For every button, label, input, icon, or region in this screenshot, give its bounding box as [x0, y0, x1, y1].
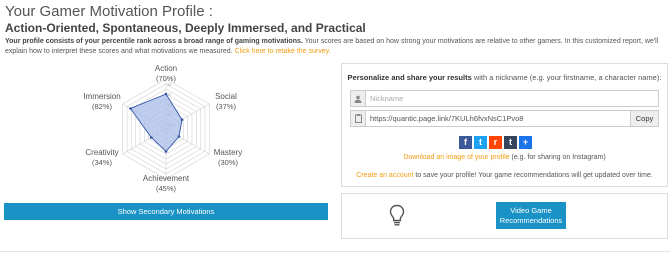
axis-value: (37%) — [215, 102, 236, 111]
axis-label-social: Social (37%) — [209, 92, 243, 112]
divider — [0, 251, 670, 252]
radar-data-point — [164, 92, 168, 96]
axis-label-mastery: Mastery (30%) — [209, 148, 247, 168]
nickname-input[interactable] — [370, 91, 610, 106]
radar-data-area — [129, 93, 183, 153]
share-heading-bold: Personalize and share your results — [347, 73, 472, 82]
axis-name: Achievement — [142, 174, 190, 183]
axis-name: Mastery — [213, 148, 243, 157]
share-panel: Personalize and share your results with … — [341, 63, 668, 187]
radar-data-point — [180, 118, 184, 122]
retake-survey-link[interactable]: Click here to retake the survey. — [235, 48, 331, 55]
share-link-group: Copy — [350, 110, 659, 127]
intro-bold-text: Your profile consists of your percentile… — [5, 38, 303, 45]
facebook-icon[interactable]: f — [459, 136, 472, 149]
reco-label-line1: Video Game — [510, 205, 552, 215]
user-icon — [351, 91, 366, 106]
account-note: to save your profile! Your game recommen… — [413, 172, 653, 179]
axis-label-achievement: Achievement (45%) — [140, 174, 192, 194]
reddit-icon[interactable]: r — [489, 136, 502, 149]
axis-name: Action — [154, 64, 178, 73]
axis-value: (82%) — [91, 102, 112, 111]
video-game-recommendations-button[interactable]: Video Game Recommendations — [496, 202, 566, 229]
share-heading: Personalize and share your results with … — [342, 73, 667, 82]
create-account-link[interactable]: Create an account — [356, 172, 413, 179]
radar-data-point — [129, 107, 132, 110]
axis-label-creativity: Creativity (34%) — [83, 148, 121, 168]
page-title: Your Gamer Motivation Profile : — [5, 3, 213, 20]
social-share-buttons: f t r t + — [459, 136, 532, 149]
axis-name: Creativity — [85, 148, 119, 157]
show-secondary-motivations-button[interactable]: Show Secondary Motivations — [4, 203, 328, 220]
clipboard-icon — [351, 111, 366, 126]
axis-name: Immersion — [83, 92, 121, 101]
account-line: Create an account to save your profile! … — [342, 172, 667, 179]
axis-name: Social — [215, 92, 237, 101]
motivation-radar-chart: 9070503010 Action(70%) Social(37%) Maste… — [4, 60, 328, 198]
axis-value: (30%) — [217, 158, 238, 167]
intro-paragraph: Your profile consists of your percentile… — [5, 37, 665, 57]
download-image-link[interactable]: Download an image of your profile — [403, 154, 509, 161]
download-note: (e.g. for sharing on Instagram) — [509, 154, 606, 161]
radar-data-point — [149, 136, 153, 139]
copy-button[interactable]: Copy — [630, 111, 658, 126]
tumblr-icon[interactable]: t — [504, 136, 517, 149]
nickname-input-group — [350, 90, 659, 107]
radar-ring-label: 70 — [168, 93, 172, 97]
share-link-field[interactable] — [370, 111, 610, 126]
share-heading-rest: with a nickname (e.g. your firstname, a … — [471, 73, 662, 82]
axis-label-immersion: Immersion (82%) — [81, 92, 123, 112]
recommendations-panel: Video Game Recommendations — [341, 193, 668, 239]
download-line: Download an image of your profile (e.g. … — [342, 154, 667, 161]
axis-value: (70%) — [155, 74, 176, 83]
twitter-icon[interactable]: t — [474, 136, 487, 149]
radar-data-point — [164, 150, 168, 153]
axis-value: (45%) — [155, 184, 176, 193]
axis-value: (34%) — [91, 158, 112, 167]
lightbulb-icon — [389, 204, 405, 226]
axis-label-action: Action (70%) — [151, 64, 181, 84]
addthis-icon[interactable]: + — [519, 136, 532, 149]
page-subtitle: Action-Oriented, Spontaneous, Deeply Imm… — [5, 21, 366, 35]
reco-label-line2: Recommendations — [499, 215, 563, 225]
radar-data-point — [177, 135, 181, 138]
